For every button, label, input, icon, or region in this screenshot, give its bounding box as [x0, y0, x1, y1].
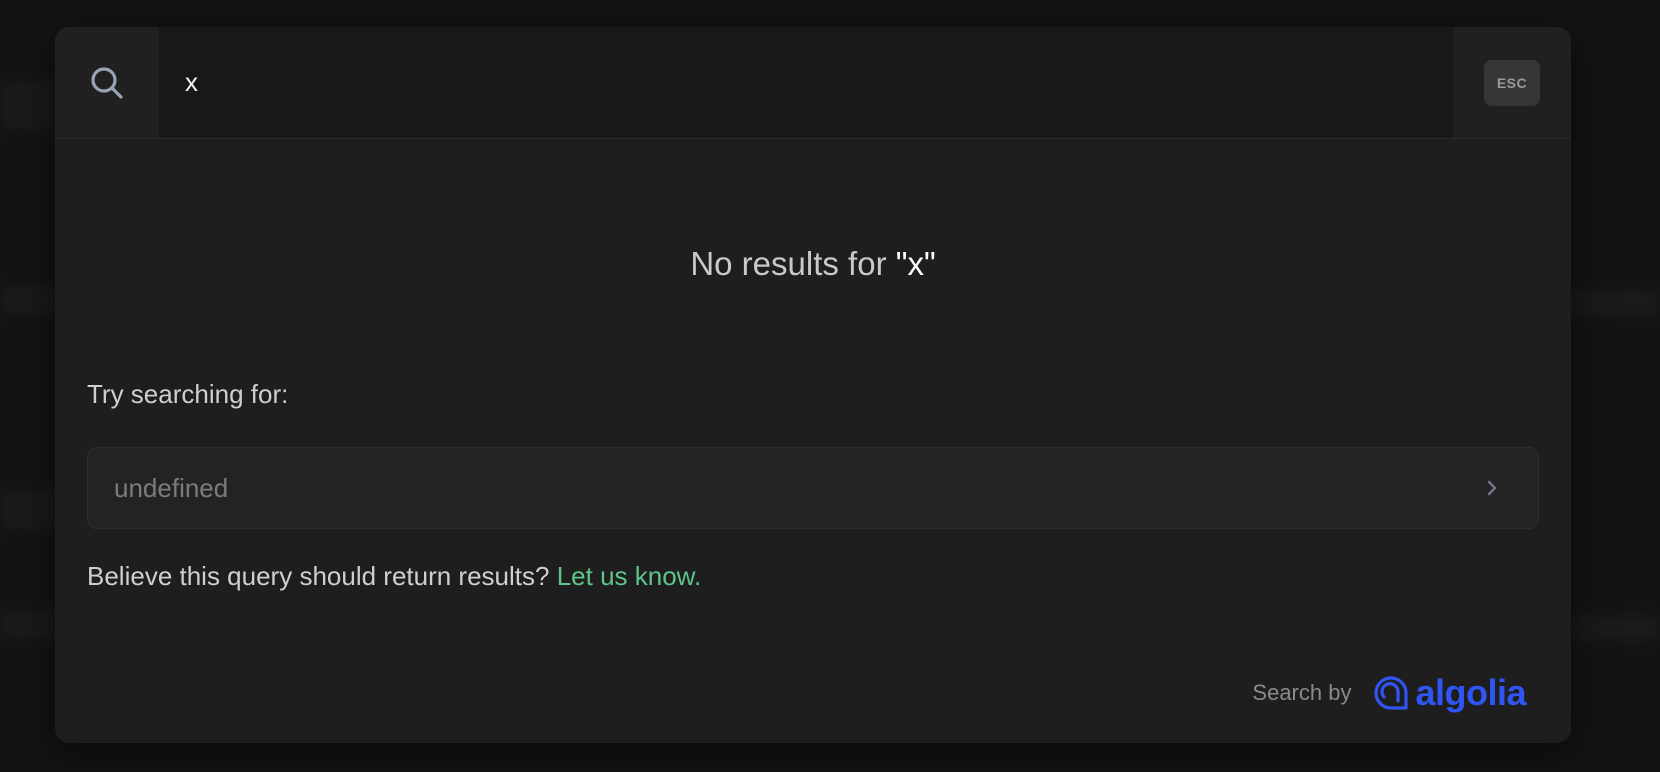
- no-results-prefix: No results for: [690, 245, 896, 282]
- chevron-right-icon: [1487, 480, 1497, 496]
- algolia-brand-text: algolia: [1415, 672, 1526, 713]
- search-by-footer: Search by algolia: [1252, 671, 1526, 715]
- search-modal: ESC No results for "x" Try searching for…: [55, 27, 1571, 743]
- algolia-logo-icon: [1374, 676, 1409, 710]
- no-results-message: No results for "x": [55, 245, 1571, 283]
- try-searching-label: Try searching for:: [87, 379, 289, 409]
- feedback-message: Believe this query should return results…: [87, 561, 701, 592]
- no-results-query: "x": [895, 245, 936, 282]
- suggestion-item[interactable]: undefined: [87, 447, 1539, 529]
- algolia-logo-link[interactable]: algolia: [1373, 672, 1526, 714]
- let-us-know-link[interactable]: Let us know.: [557, 561, 702, 591]
- search-by-label: Search by: [1252, 680, 1352, 705]
- esc-area: ESC: [1453, 27, 1571, 138]
- search-icon: [55, 27, 159, 138]
- search-bar: ESC: [55, 27, 1571, 139]
- esc-button[interactable]: ESC: [1484, 59, 1540, 106]
- feedback-text: Believe this query should return results…: [87, 561, 557, 591]
- suggestion-label: undefined: [114, 473, 229, 503]
- search-input[interactable]: [159, 27, 1459, 138]
